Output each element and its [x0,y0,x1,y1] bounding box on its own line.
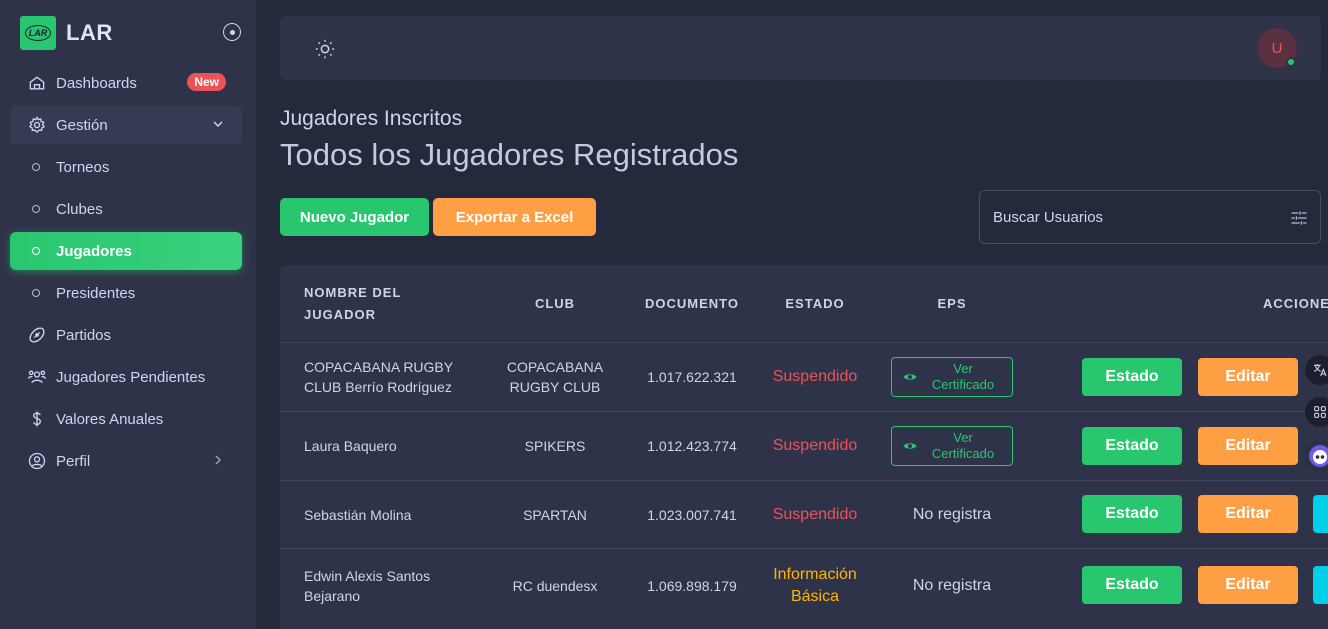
players-table: NOMBRE DEL JUGADOR CLUB DOCUMENTO ESTADO… [280,265,1328,629]
apps-grid-icon[interactable] [1305,397,1328,427]
chevron-right-icon [215,455,222,465]
column-header-name[interactable]: NOMBRE DEL JUGADOR [304,265,414,342]
sidebar-item-valores-anuales[interactable]: Valores Anuales [10,400,242,438]
view-certificate-button[interactable]: Ver Certificado [891,426,1013,466]
sidebar-item-presidentes[interactable]: Presidentes [10,274,242,312]
radio-dot-icon [229,29,235,35]
player-club: RC duendesx [512,577,598,594]
circle-icon [32,163,40,171]
sidebar: LAR LAR Dashboards New Gestión Torneos C… [0,0,256,629]
edit-button[interactable]: Editar [1198,427,1298,465]
table-row: Edwin Alexis Santos Bejarano RC duendesx… [280,548,1328,622]
player-club: SPIKERS [524,438,586,454]
status-button[interactable]: Estado [1082,358,1182,396]
player-club: SPARTAN [523,506,587,523]
brand[interactable]: LAR LAR [20,15,113,51]
certificate-label: Ver Certificado [931,361,995,392]
player-document: 1.069.898.179 [647,577,737,594]
sidebar-item-label: Presidentes [56,284,136,302]
sun-icon[interactable] [314,38,336,60]
status-button[interactable]: Estado [1082,495,1182,533]
column-header-actions[interactable]: ACCIONES [1263,265,1328,342]
status-button[interactable]: Estado [1082,427,1182,465]
player-document: 1.023.007.741 [647,506,737,523]
circle-icon [32,289,40,297]
player-name: Laura Baquero [304,438,397,454]
sidebar-item-label: Torneos [56,158,110,176]
eps-value: No registra [912,505,992,523]
certificate-label: Ver Certificado [931,430,995,461]
sidebar-item-label: Clubes [56,200,103,218]
column-header-eps[interactable]: EPS [900,265,1004,342]
sidebar-item-label: Jugadores [56,242,132,260]
table-row: COPACABANA RUGBY CLUB Berrío Rodríguez C… [280,342,1328,411]
player-document: 1.012.423.774 [647,438,737,454]
sidebar-item-perfil[interactable]: Perfil [10,442,242,480]
new-player-button[interactable]: Nuevo Jugador [280,198,429,236]
player-name: COPACABANA RUGBY CLUB Berrío Rodríguez [304,359,453,395]
brand-name: LAR [66,20,113,45]
sidebar-item-jugadores-pendientes[interactable]: Jugadores Pendientes [10,358,242,396]
top-navbar: U [280,16,1321,80]
status-text: Información Básica [773,565,857,605]
eye-icon [903,374,917,380]
rugby-ball-icon [26,324,48,346]
sidebar-item-label: Dashboards [56,74,137,92]
sidebar-item-label: Valores Anuales [56,410,164,428]
eps-value: No registra [912,576,992,594]
status-text: Suspendido [772,505,858,523]
player-document: 1.017.622.321 [647,369,737,385]
brand-logo: LAR [20,16,56,50]
sidebar-item-gestion[interactable]: Gestión [10,106,242,144]
column-header-club[interactable]: CLUB [504,265,606,342]
sidebar-item-clubes[interactable]: Clubes [10,190,242,228]
table-row: Sebastián Molina SPARTAN 1.023.007.741 S… [280,480,1328,548]
page-title: Todos los Jugadores Registrados [280,137,739,172]
search-box [979,190,1321,244]
circle-icon [32,205,40,213]
circle-icon [32,247,40,255]
chevron-down-icon [213,121,223,128]
page-subtitle: Jugadores Inscritos [280,107,463,130]
export-excel-button[interactable]: Exportar a Excel [433,198,596,236]
extra-action-button[interactable] [1313,566,1328,604]
dollar-icon [26,408,48,430]
user-circle-icon [26,450,48,472]
sidebar-item-jugadores[interactable]: Jugadores [10,232,242,270]
users-icon [26,366,48,388]
translate-icon[interactable] [1305,355,1328,385]
player-name: Edwin Alexis Santos Bejarano [304,567,431,604]
edit-button[interactable]: Editar [1198,495,1298,533]
view-certificate-button[interactable]: Ver Certificado [891,357,1013,397]
sidebar-item-label: Perfil [56,452,91,470]
column-header-status[interactable]: ESTADO [760,265,870,342]
search-input[interactable] [993,191,1273,243]
filter-sliders-icon[interactable] [1289,208,1309,228]
sidebar-item-torneos[interactable]: Torneos [10,148,242,186]
edit-button[interactable]: Editar [1198,566,1298,604]
column-header-document[interactable]: DOCUMENTO [636,265,748,342]
sidebar-item-label: Partidos [56,326,112,344]
edit-button[interactable]: Editar [1198,358,1298,396]
status-button[interactable]: Estado [1082,566,1182,604]
table-row: Laura Baquero SPIKERS 1.012.423.774 Susp… [280,411,1328,480]
gear-icon [26,114,48,136]
sidebar-collapse-toggle[interactable] [223,23,241,41]
sidebar-item-label: Jugadores Pendientes [56,368,206,386]
status-text: Suspendido [772,368,858,385]
home-icon [26,72,48,94]
online-status-dot [1286,57,1296,67]
sidebar-item-dashboards[interactable]: Dashboards New [10,64,242,102]
extra-action-button[interactable] [1313,495,1328,533]
player-club: COPACABANA RUGBY CLUB [506,359,604,395]
sidebar-item-partidos[interactable]: Partidos [10,316,242,354]
new-badge: New [187,73,226,91]
player-name: Sebastián Molina [304,506,412,523]
status-text: Suspendido [772,437,858,454]
eye-icon [903,443,917,449]
assistant-bot-icon[interactable] [1305,441,1328,471]
sidebar-item-label: Gestión [56,116,108,134]
